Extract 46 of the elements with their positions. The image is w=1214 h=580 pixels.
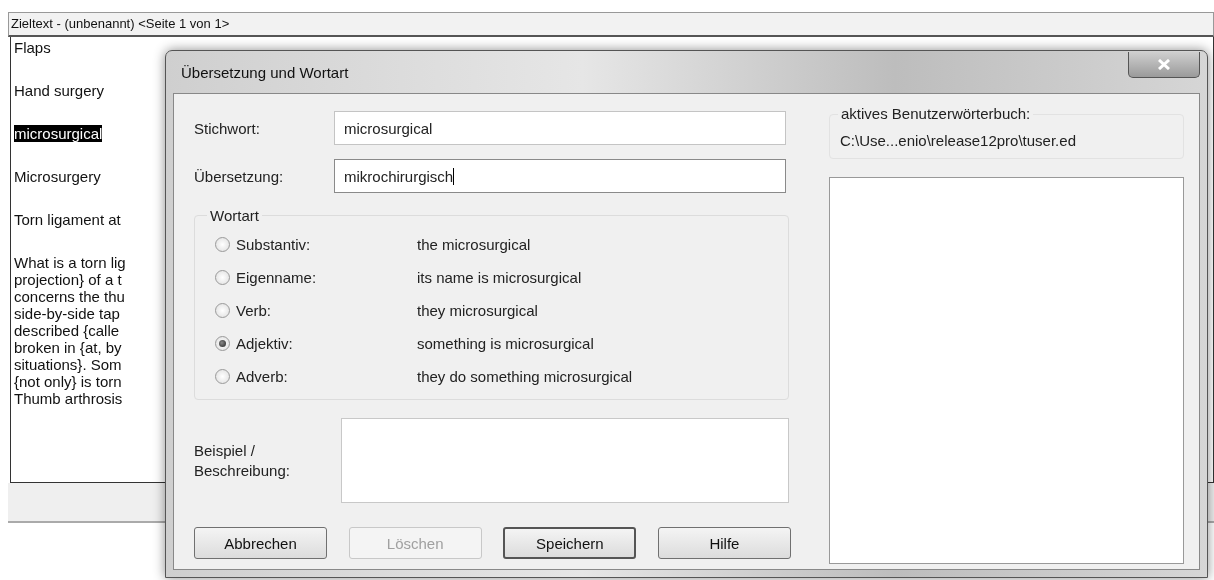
radio-label[interactable]: Adjektiv: <box>236 335 417 352</box>
radio-label[interactable]: Substantiv: <box>236 236 417 253</box>
group-title: aktives Benutzerwörterbuch: <box>838 105 1034 122</box>
text-line: Hand surgery <box>14 82 105 99</box>
group-title: Wortart <box>209 207 260 224</box>
text-cursor <box>453 167 455 185</box>
radio-button[interactable] <box>215 270 230 285</box>
text-line: {not only} is torn <box>14 373 122 390</box>
example-text: its name is microsurgical <box>417 269 582 286</box>
radio-label[interactable]: Verb: <box>236 302 417 319</box>
field-label: Übersetzung: <box>194 167 285 185</box>
radio-button[interactable] <box>215 336 230 351</box>
text-line: concerns the thu <box>14 288 125 305</box>
text-line: projection} of a t <box>14 271 122 288</box>
example-text: they do something microsurgical <box>417 368 633 385</box>
radio-button[interactable] <box>215 303 230 318</box>
close-icon <box>1158 59 1170 70</box>
field-label: Beispiel / Beschreibung: <box>194 440 291 481</box>
example-text: they microsurgical <box>417 302 538 319</box>
field-label: Stichwort: <box>194 119 261 137</box>
radio-button[interactable] <box>215 369 230 384</box>
input-field[interactable]: mikrochirurgisch <box>334 159 786 193</box>
text-line: Flaps <box>14 39 51 56</box>
dialog-button[interactable]: Abbrechen <box>194 527 327 559</box>
dialog-title: Übersetzung und Wortart <box>181 63 349 81</box>
selected-text: microsurgical <box>14 125 103 142</box>
dictionary-path: C:\Use...enio\release12pro\tuser.ed <box>840 132 1076 149</box>
input-field[interactable]: microsurgical <box>334 111 786 145</box>
close-button[interactable] <box>1128 52 1200 78</box>
text-area[interactable] <box>341 418 789 503</box>
dialog-button[interactable]: Speichern <box>503 527 637 559</box>
text-line: described {calle <box>14 322 120 339</box>
radio-label[interactable]: Eigenname: <box>236 269 417 286</box>
text-line: broken in {at, by <box>14 339 122 356</box>
text-line: situations}. Som <box>14 356 122 373</box>
text-line: Torn ligament at <box>14 211 121 228</box>
radio-button[interactable] <box>215 237 230 252</box>
example-text: the microsurgical <box>417 236 531 253</box>
text-line: What is a torn lig <box>14 254 126 271</box>
window-title: Zieltext - (unbenannt) <Seite 1 von 1> <box>8 12 1214 37</box>
text-line: side-by-side tap <box>14 305 120 322</box>
text-line: Thumb arthrosis <box>14 390 123 407</box>
radio-label[interactable]: Adverb: <box>236 368 417 385</box>
text-line: Microsurgery <box>14 168 101 185</box>
dialog-button[interactable]: Hilfe <box>657 527 791 559</box>
example-text: something is microsurgical <box>417 335 594 352</box>
